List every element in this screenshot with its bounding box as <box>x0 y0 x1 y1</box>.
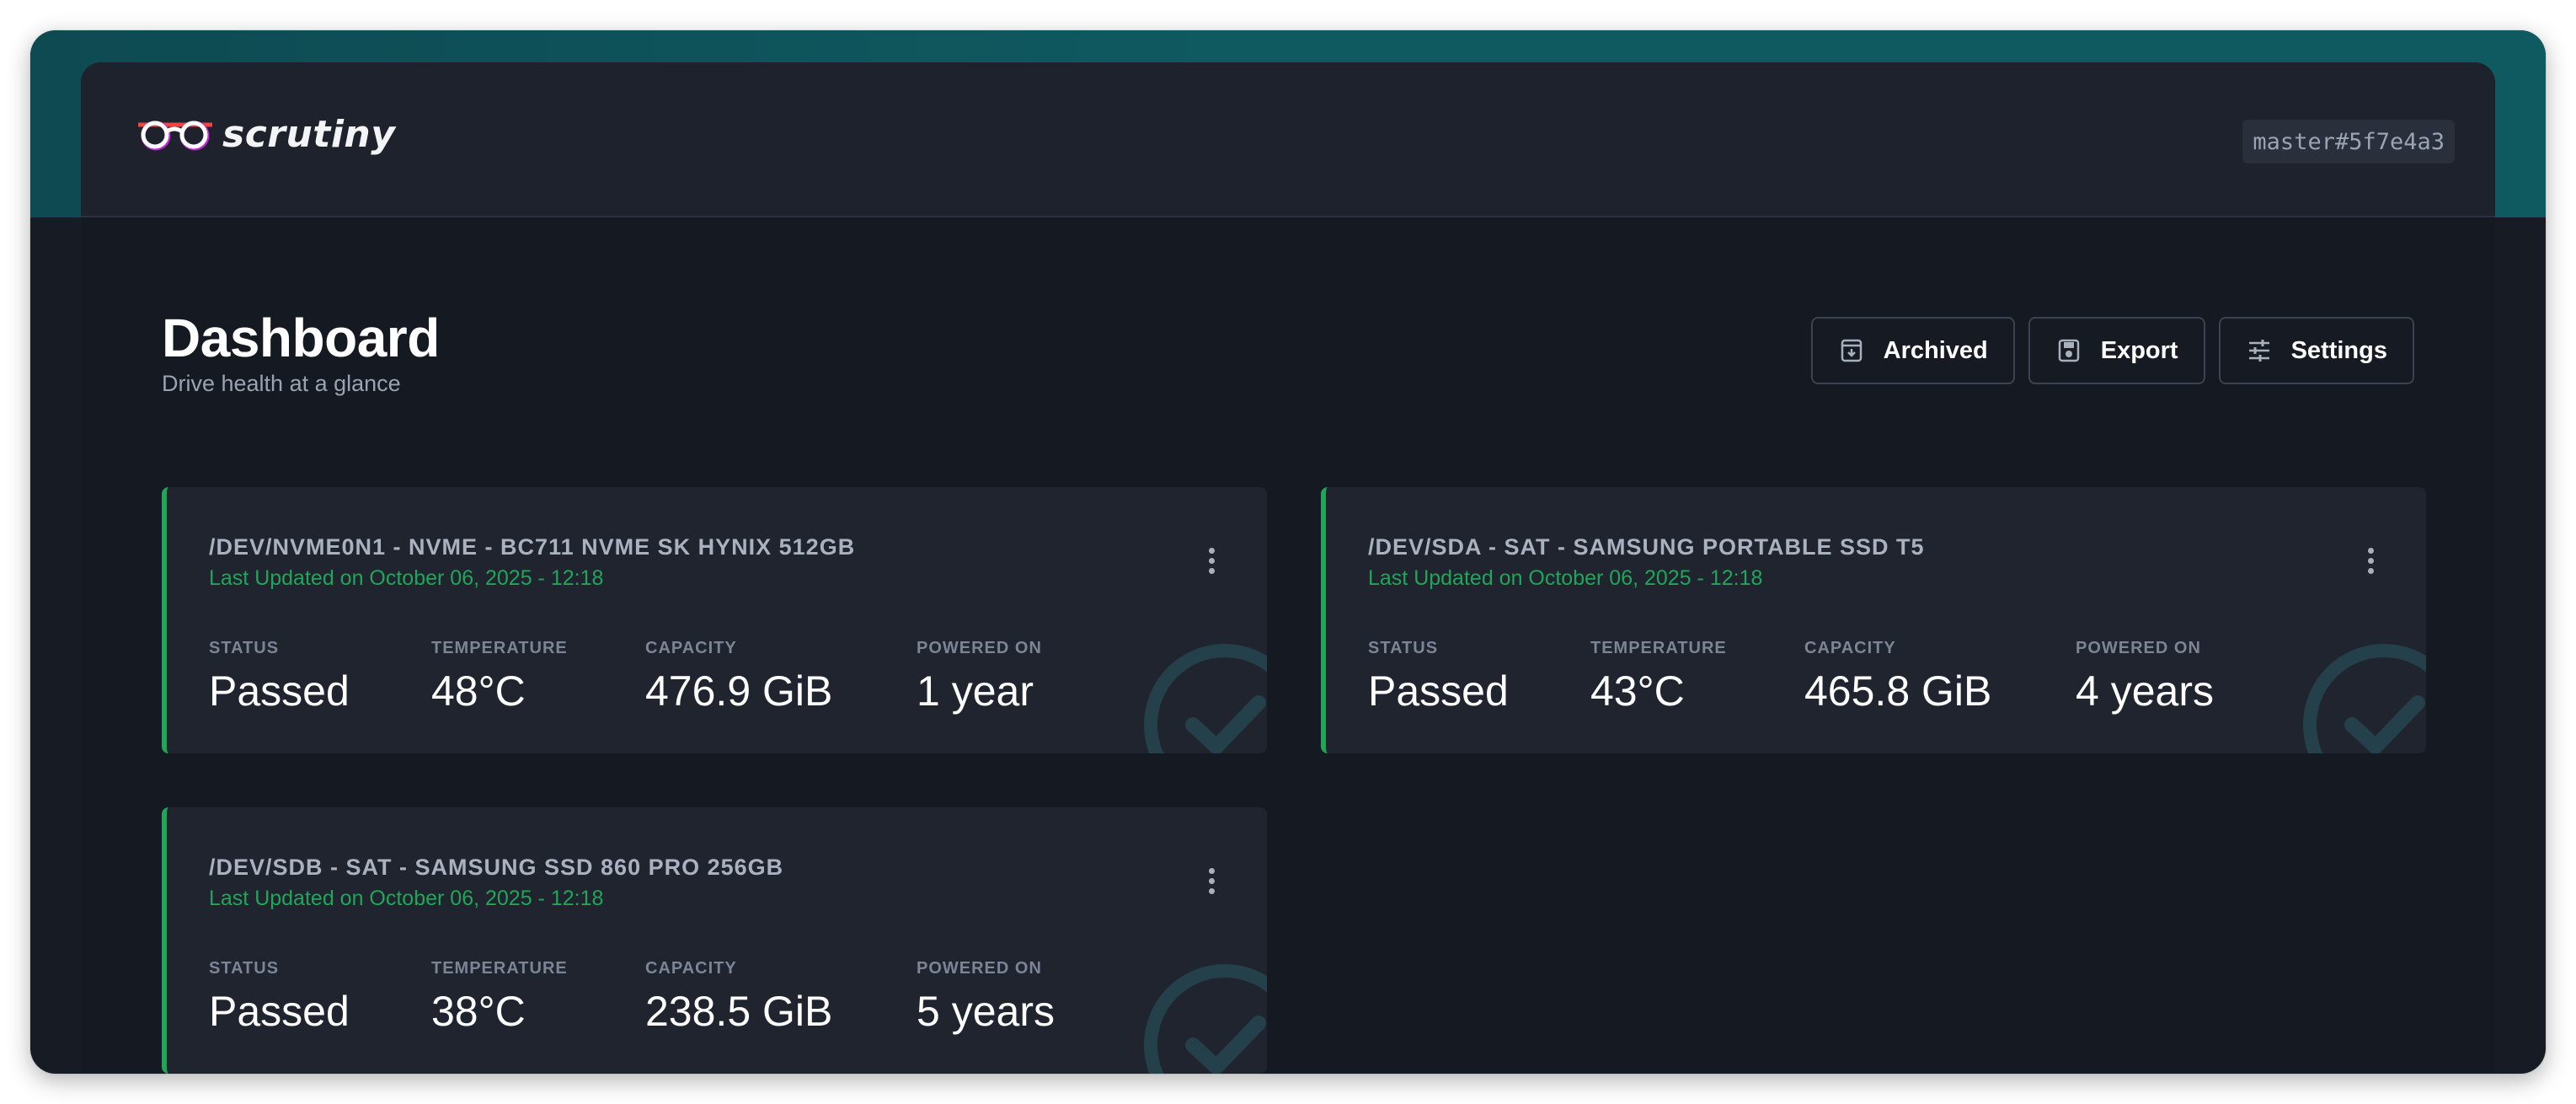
drive-title: /dev/sda - sat - Samsung Portable SSD T5 <box>1368 534 1925 560</box>
export-button[interactable]: Export <box>2028 317 2205 384</box>
powered-on-value: 4 years <box>2076 667 2214 715</box>
status-label: Status <box>1368 639 1439 657</box>
capacity-stat: Capacity 238.5 GiB <box>645 959 832 1036</box>
capacity-label: Capacity <box>645 639 737 657</box>
settings-button[interactable]: Settings <box>2218 317 2414 384</box>
capacity-value: 465.8 GiB <box>1804 667 1992 715</box>
app-frame: scrutiny master#5f7e4a3 Dashboard Drive … <box>81 62 2495 1074</box>
page-subtitle: Drive health at a glance <box>162 371 401 396</box>
powered-on-stat: Powered On 4 years <box>2076 639 2214 715</box>
powered-on-label: Powered On <box>2076 639 2201 657</box>
status-value: Passed <box>209 667 350 715</box>
check-circle-icon <box>1144 964 1267 1074</box>
app-name: scrutiny <box>222 113 396 156</box>
temperature-label: Temperature <box>1590 639 1727 657</box>
drive-last-updated: Last Updated on October 06, 2025 - 12:18 <box>209 566 604 590</box>
page-actions: Archived Export Settings <box>1810 317 2414 384</box>
drive-card[interactable]: /dev/sda - sat - Samsung Portable SSD T5… <box>1321 487 2426 753</box>
page-title: Dashboard <box>162 308 440 368</box>
temperature-stat: Temperature 38°C <box>431 959 568 1036</box>
drive-title: /dev/sdb - sat - Samsung SSD 860 PRO 256… <box>209 855 784 880</box>
sliders-icon <box>2248 340 2269 362</box>
drive-card[interactable]: /dev/sdb - sat - Samsung SSD 860 PRO 256… <box>162 807 1267 1074</box>
glasses-logo-icon <box>138 121 212 150</box>
status-label: Status <box>209 959 280 978</box>
powered-on-label: Powered On <box>917 639 1042 657</box>
capacity-stat: Capacity 476.9 GiB <box>645 639 832 715</box>
version-badge: master#5f7e4a3 <box>2242 120 2455 163</box>
status-value: Passed <box>1368 667 1509 715</box>
more-options-icon[interactable] <box>1203 868 1220 902</box>
capacity-label: Capacity <box>1804 639 1896 657</box>
capacity-label: Capacity <box>645 959 737 978</box>
powered-on-stat: Powered On 5 years <box>917 959 1055 1036</box>
status-stat: Status Passed <box>209 959 350 1036</box>
save-icon <box>2058 339 2079 362</box>
drive-last-updated: Last Updated on October 06, 2025 - 12:18 <box>209 887 604 910</box>
status-stat: Status Passed <box>1368 639 1509 715</box>
powered-on-label: Powered On <box>917 959 1042 978</box>
temperature-value: 38°C <box>431 988 526 1035</box>
temperature-label: Temperature <box>431 959 568 978</box>
temperature-stat: Temperature 48°C <box>431 639 568 715</box>
powered-on-value: 5 years <box>917 988 1055 1035</box>
status-stat: Status Passed <box>209 639 350 715</box>
check-circle-icon <box>2303 644 2426 753</box>
settings-label: Settings <box>2290 336 2387 364</box>
app-logo[interactable]: scrutiny <box>135 113 395 156</box>
powered-on-stat: Powered On 1 year <box>917 639 1042 715</box>
temperature-stat: Temperature 43°C <box>1590 639 1727 715</box>
temperature-value: 48°C <box>431 667 526 715</box>
drive-title: /dev/nvme0n1 - nvme - BC711 NVMe SK hyni… <box>209 534 856 560</box>
capacity-value: 476.9 GiB <box>645 667 833 715</box>
archive-icon <box>1841 339 1862 362</box>
temperature-label: Temperature <box>431 639 568 657</box>
capacity-value: 238.5 GiB <box>645 988 833 1035</box>
export-label: Export <box>2100 336 2178 364</box>
top-bar: scrutiny master#5f7e4a3 <box>81 62 2495 217</box>
check-circle-icon <box>1144 644 1267 753</box>
more-options-icon[interactable] <box>2362 548 2379 581</box>
drive-card[interactable]: /dev/nvme0n1 - nvme - BC711 NVMe SK hyni… <box>162 487 1267 753</box>
status-value: Passed <box>209 988 350 1035</box>
capacity-stat: Capacity 465.8 GiB <box>1804 639 1991 715</box>
more-options-icon[interactable] <box>1203 548 1220 581</box>
drive-last-updated: Last Updated on October 06, 2025 - 12:18 <box>1368 566 1763 590</box>
temperature-value: 43°C <box>1590 667 1685 715</box>
status-label: Status <box>209 639 280 657</box>
archived-label: Archived <box>1883 336 1988 364</box>
app-window: scrutiny master#5f7e4a3 Dashboard Drive … <box>30 30 2546 1074</box>
archived-button[interactable]: Archived <box>1810 317 2015 384</box>
powered-on-value: 1 year <box>917 667 1034 715</box>
